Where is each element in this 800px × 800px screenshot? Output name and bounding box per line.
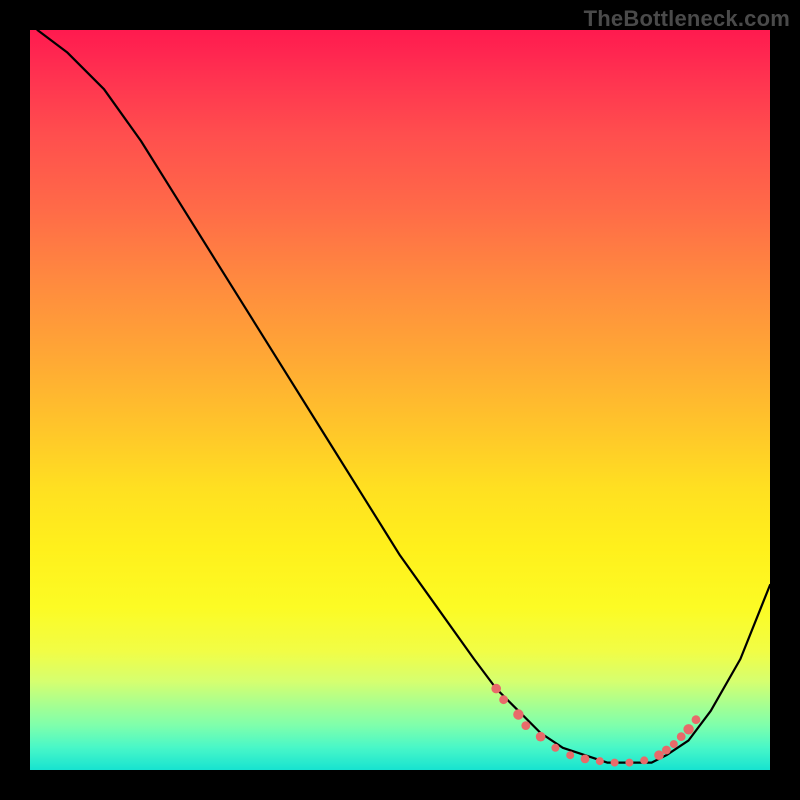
bead <box>611 759 619 767</box>
chart-frame: TheBottleneck.com <box>0 0 800 800</box>
bead <box>640 756 648 764</box>
bead <box>521 721 530 730</box>
bead <box>596 757 604 765</box>
bead <box>654 750 664 760</box>
bead <box>677 732 686 741</box>
bead <box>662 746 671 755</box>
bead <box>551 744 559 752</box>
watermark-label: TheBottleneck.com <box>584 6 790 32</box>
bead <box>513 709 523 719</box>
curve-path <box>37 30 770 763</box>
bead <box>625 759 633 767</box>
bead <box>692 715 701 724</box>
bead <box>491 684 501 694</box>
bead <box>683 724 693 734</box>
bead <box>536 732 546 742</box>
bead <box>499 695 508 704</box>
plot-area <box>30 30 770 770</box>
bead <box>670 740 678 748</box>
bead <box>581 755 590 764</box>
chart-svg <box>30 30 770 770</box>
bead <box>566 751 574 759</box>
